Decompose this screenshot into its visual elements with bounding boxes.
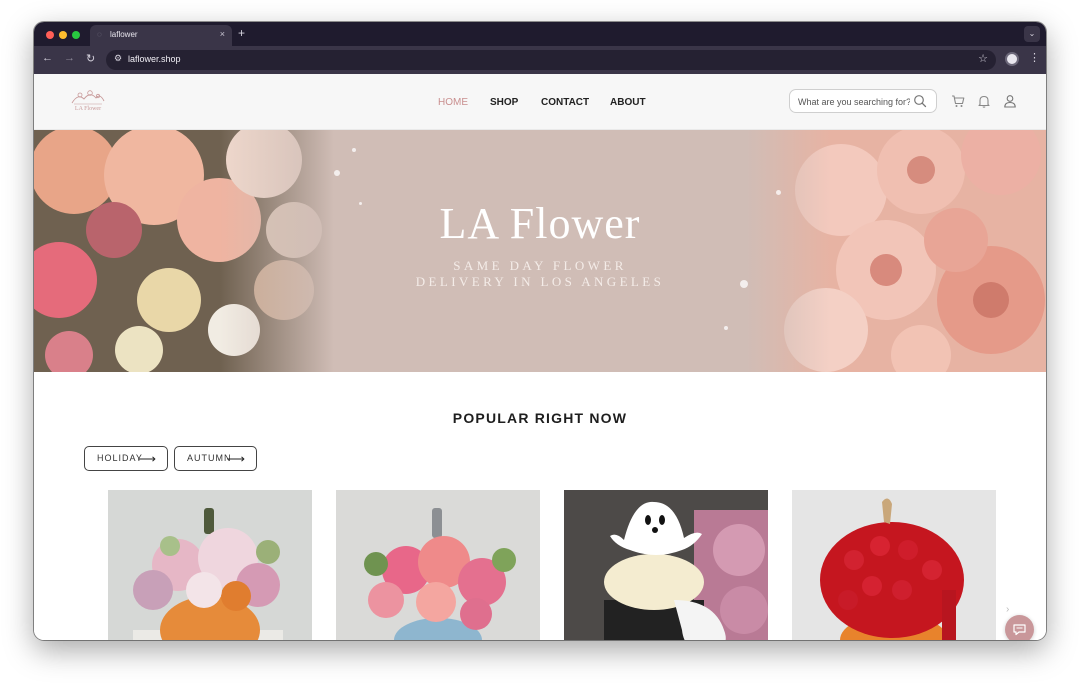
close-window-button[interactable] <box>46 31 54 39</box>
url-text[interactable]: laflower.shop <box>128 54 181 64</box>
product-card[interactable] <box>564 490 768 640</box>
bookmark-star-icon[interactable]: ☆ <box>978 52 988 65</box>
chat-button[interactable] <box>1005 615 1034 640</box>
hero-subtitle-line1: SAME DAY FLOWER <box>453 258 627 273</box>
paint-splatter <box>724 326 728 330</box>
paint-splatter <box>352 148 356 152</box>
browser-toolbar: ← → ↻ ⚙ laflower.shop ☆ ⋮ <box>34 46 1046 74</box>
product-card[interactable] <box>792 490 996 640</box>
arrow-right-icon: ⟶ <box>226 451 246 466</box>
paint-splatter <box>776 190 781 195</box>
filter-autumn-button[interactable]: AUTUMN ⟶ <box>174 446 257 471</box>
browser-menu-button[interactable]: ⋮ <box>1029 51 1040 64</box>
search-icon[interactable] <box>913 94 927 108</box>
site-logo[interactable]: LA Flower <box>68 87 108 117</box>
address-bar[interactable]: ⚙ laflower.shop ☆ <box>106 50 996 70</box>
flower-logo-icon <box>71 90 105 105</box>
tab-close-button[interactable]: × <box>220 29 225 39</box>
filter-holiday-button[interactable]: HOLIDAY ⟶ <box>84 446 168 471</box>
product-image <box>564 490 768 640</box>
logo-text: LA Flower <box>74 106 102 112</box>
chat-icon <box>1013 624 1026 636</box>
chevron-right-icon[interactable]: › <box>1006 604 1009 615</box>
reload-button[interactable]: ↻ <box>86 52 95 65</box>
tab-search-button[interactable]: ⌄ <box>1024 26 1040 42</box>
search-input[interactable] <box>798 95 910 108</box>
nav-about[interactable]: ABOUT <box>610 97 646 108</box>
product-image <box>792 490 996 640</box>
tab-title: laflower <box>110 30 138 39</box>
filter-label: AUTUMN <box>187 453 232 463</box>
nav-contact[interactable]: CONTACT <box>541 97 589 108</box>
maximize-window-button[interactable] <box>72 31 80 39</box>
back-button[interactable]: ← <box>42 52 53 64</box>
website: LA Flower HOME SHOP CONTACT ABOUT What a… <box>34 74 1046 640</box>
site-info-icon[interactable]: ⚙ <box>114 53 122 64</box>
paint-splatter <box>334 170 340 176</box>
new-tab-button[interactable]: + <box>238 26 245 40</box>
user-icon[interactable] <box>1003 94 1017 108</box>
cart-icon[interactable] <box>951 94 965 108</box>
site-header: LA Flower HOME SHOP CONTACT ABOUT <box>34 74 1046 130</box>
hero-subtitle-line2: DELIVERY IN LOS ANGELES <box>415 274 665 289</box>
arrow-right-icon: ⟶ <box>137 451 157 466</box>
profile-avatar[interactable] <box>1005 52 1019 66</box>
product-image <box>336 490 540 640</box>
search-box[interactable] <box>789 89 937 113</box>
browser-tab[interactable]: ◌ laflower × <box>90 25 232 46</box>
section-title: POPULAR RIGHT NOW <box>452 410 628 426</box>
hero-title: LA Flower <box>439 199 641 248</box>
tab-strip: ◌ laflower × + ⌄ <box>34 22 1046 46</box>
hero-flowers-left-image <box>34 130 334 372</box>
product-card[interactable] <box>336 490 540 640</box>
product-image <box>108 490 312 640</box>
product-card[interactable] <box>108 490 312 640</box>
bell-icon[interactable] <box>977 94 991 108</box>
nav-shop[interactable]: SHOP <box>490 97 518 108</box>
tab-favicon-icon: ◌ <box>97 30 102 39</box>
browser-window: ◌ laflower × + ⌄ ← → ↻ ⚙ laflower.shop ☆… <box>34 22 1046 640</box>
forward-button[interactable]: → <box>64 52 75 64</box>
hero-flowers-right-image <box>746 130 1046 372</box>
hero-banner: LA Flower SAME DAY FLOWER DELIVERY IN LO… <box>34 130 1046 372</box>
nav-home[interactable]: HOME <box>438 97 468 108</box>
minimize-window-button[interactable] <box>59 31 67 39</box>
filter-label: HOLIDAY <box>97 453 143 463</box>
